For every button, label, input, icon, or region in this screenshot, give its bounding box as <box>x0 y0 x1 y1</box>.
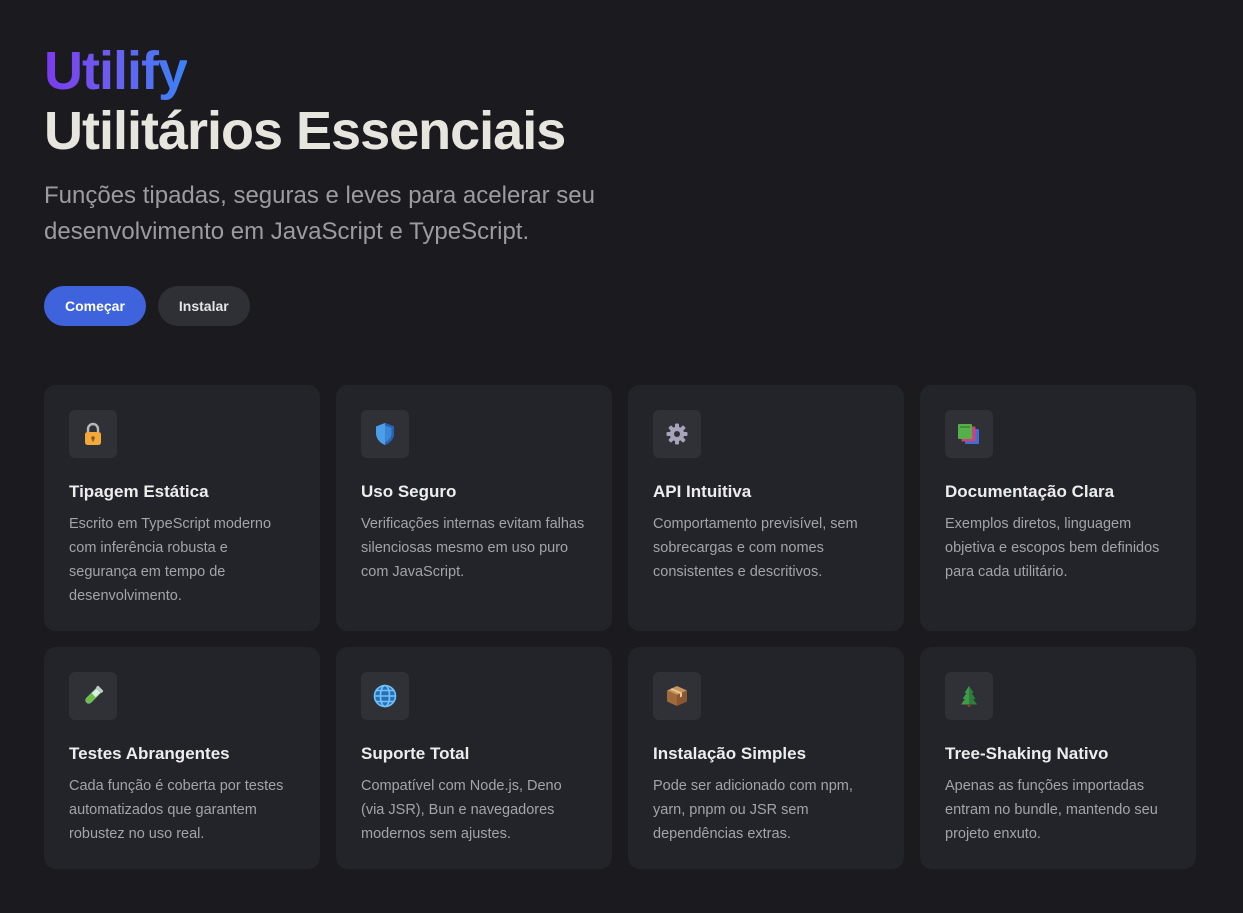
hero: Utilify Utilitários Essenciais Funções t… <box>44 44 1199 326</box>
feature-description: Exemplos diretos, linguagem objetiva e e… <box>945 516 1160 580</box>
feature-description: Pode ser adicionado com npm, yarn, pnpm … <box>653 778 853 842</box>
shield-icon <box>361 410 409 458</box>
feature-title: Tree-Shaking Nativo <box>945 744 1109 763</box>
feature-card-tree-shaking: Tree-Shaking Nativo Apenas as funções im… <box>920 647 1196 869</box>
brand-title: Utilify <box>44 41 188 101</box>
feature-description: Cada função é coberta por testes automat… <box>69 778 284 842</box>
books-icon <box>945 410 993 458</box>
feature-title: Tipagem Estática <box>69 482 209 501</box>
feature-description: Comportamento previsível, sem sobrecarga… <box>653 516 858 580</box>
feature-card-safe-usage: Uso Seguro Verificações internas evitam … <box>336 385 612 631</box>
feature-description: Apenas as funções importadas entram no b… <box>945 778 1158 842</box>
feature-card-static-typing: Tipagem Estática Escrito em TypeScript m… <box>44 385 320 631</box>
feature-card-full-support: Suporte Total Compatível com Node.js, De… <box>336 647 612 869</box>
feature-card-simple-install: Instalação Simples Pode ser adicionado c… <box>628 647 904 869</box>
feature-description: Escrito em TypeScript moderno com inferê… <box>69 516 272 604</box>
lock-icon <box>69 410 117 458</box>
page-title: Utilitários Essenciais <box>44 101 566 161</box>
gear-icon <box>653 410 701 458</box>
feature-description: Verificações internas evitam falhas sile… <box>361 516 585 580</box>
feature-title: Suporte Total <box>361 744 470 763</box>
feature-title: Testes Abrangentes <box>69 744 230 763</box>
package-icon <box>653 672 701 720</box>
install-button[interactable]: Instalar <box>157 286 250 326</box>
feature-card-comprehensive-tests: Testes Abrangentes Cada função é coberta… <box>44 647 320 869</box>
page: Utilify Utilitários Essenciais Funções t… <box>0 0 1243 913</box>
hero-actions: Começar Instalar <box>44 286 1199 326</box>
feature-card-intuitive-api: API Intuitiva Comportamento previsível, … <box>628 385 904 631</box>
hero-tagline: Funções tipadas, seguras e leves para ac… <box>44 182 595 245</box>
feature-title: Instalação Simples <box>653 744 807 763</box>
feature-card-clear-docs: Documentação Clara Exemplos diretos, lin… <box>920 385 1196 631</box>
features-grid: Tipagem Estática Escrito em TypeScript m… <box>44 385 1196 869</box>
feature-description: Compatível com Node.js, Deno (via JSR), … <box>361 778 562 842</box>
get-started-button[interactable]: Começar <box>44 286 146 326</box>
feature-title: Uso Seguro <box>361 482 457 501</box>
test-tube-icon <box>69 672 117 720</box>
tree-icon <box>945 672 993 720</box>
feature-title: Documentação Clara <box>945 482 1115 501</box>
feature-title: API Intuitiva <box>653 482 752 501</box>
globe-icon <box>361 672 409 720</box>
